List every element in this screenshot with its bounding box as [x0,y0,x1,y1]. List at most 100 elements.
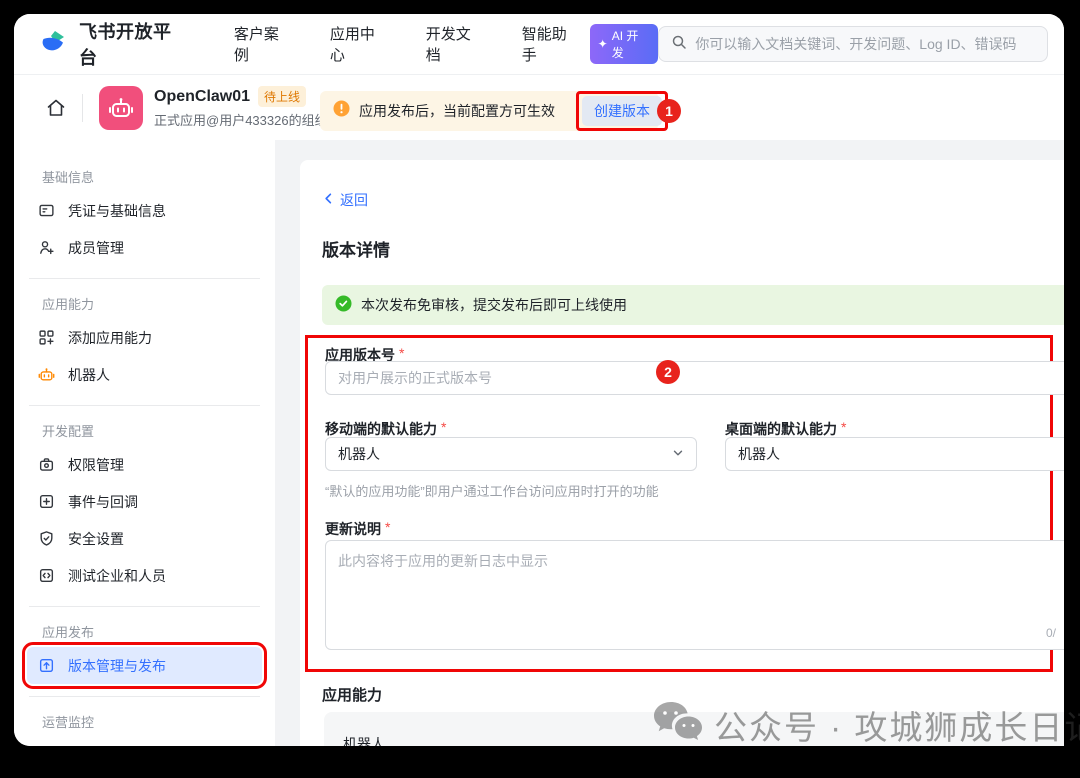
capability-row-bot[interactable]: 机器人 [324,712,1064,746]
success-banner: 本次发布免审核，提交发布后即可上线使用 [322,285,1064,325]
chevron-left-icon [322,192,335,208]
create-version-button[interactable]: 创建版本 [582,96,662,126]
changelog-label: 更新说明 * [325,519,390,539]
sidebar-item-bot[interactable]: 机器人 [27,356,262,393]
id-card-icon [38,202,55,219]
mobile-capability-value: 机器人 [338,446,380,462]
desktop-capability-select[interactable]: 机器人 [725,437,1064,471]
label-text: 移动端的默认能力 [325,421,437,437]
changelog-textarea[interactable] [325,540,1064,650]
sidebar-item-security[interactable]: 安全设置 [27,520,262,557]
robot-icon [38,366,55,383]
feishu-logo-icon [40,28,70,60]
status-badge: 待上线 [258,86,307,107]
sidebar-divider [29,405,260,406]
nav-item-ai-assistant[interactable]: 智能助手 ✦ AI 开发 [522,23,659,65]
default-capability-hint: “默认的应用功能”即用户通过工作台访问应用时打开的功能 [325,484,659,499]
member-add-icon [38,239,55,256]
sidebar-item-log-search[interactable]: 日志检索 [27,737,262,746]
add-capability-icon [38,329,55,346]
label-text: 更新说明 [325,521,381,537]
sidebar-item-test-org[interactable]: 测试企业和人员 [27,557,262,594]
mobile-capability-label: 移动端的默认能力 * [325,419,446,439]
sidebar-divider [29,278,260,279]
annotation-box-create-version: 创建版本 [576,91,668,131]
back-link[interactable]: 返回 [322,190,392,210]
search-icon [671,34,687,55]
version-number-input[interactable] [325,361,1064,395]
sidebar-divider [29,696,260,697]
sidebar-item-credentials[interactable]: 凭证与基础信息 [27,192,262,229]
warning-icon [333,100,350,122]
search-box[interactable] [658,26,1048,62]
app-window: 飞书开放平台 客户案例 应用中心 开发文档 智能助手 ✦ AI 开发 你可以输入… [14,14,1064,746]
shield-check-icon [38,530,55,547]
sidebar-item-version-release[interactable]: 版本管理与发布 [22,642,267,689]
back-link-label: 返回 [340,192,368,208]
release-arrow-icon [38,657,55,674]
capability-section-title: 应用能力 [322,687,383,704]
required-asterisk: * [841,419,847,435]
sidebar-item-label: 测试企业和人员 [68,567,166,584]
sidebar-item-label: 事件与回调 [68,493,138,510]
nav-menu: 客户案例 应用中心 开发文档 智能助手 ✦ AI 开发 [234,23,659,65]
annotation-box-form: 应用版本号 * 移动端的默认能力 * 桌面端的默认能力 * 机器人 [305,335,1064,672]
app-header: OpenClaw01 待上线 正式应用@用户433326的组织 应用发布后，当前… [14,74,1064,140]
permission-icon [38,456,55,473]
sidebar-divider [29,606,260,607]
header-divider [82,93,83,122]
sidebar-item-label: 版本管理与发布 [68,657,166,674]
app-name: OpenClaw01 [154,87,251,105]
sidebar-item-add-capability[interactable]: 添加应用能力 [27,319,262,356]
label-text: 桌面端的默认能力 [725,421,837,437]
home-icon[interactable] [40,92,72,124]
check-circle-icon [335,295,352,315]
content-area: 基础信息 凭证与基础信息 成员管理 应用能力 添加应用能力 机器人 开发配置 权… [14,140,1064,746]
nav-item-ai-label: 智能助手 [521,26,567,64]
capability-row-label: 机器人 [343,736,385,746]
annotation-badge-1: 1 [657,99,681,123]
sidebar-item-label: 凭证与基础信息 [68,202,166,219]
desktop-capability-value: 机器人 [738,446,780,462]
sidebar-item-members[interactable]: 成员管理 [27,229,262,266]
ai-badge-label: AI 开发 [611,29,639,60]
ai-dev-badge: ✦ AI 开发 [589,24,659,64]
version-detail-card: 返回 版本详情 本次发布免审核，提交发布后即可上线使用 应用版本号 * 对用户展… [300,160,1064,746]
char-counter: 0/ [1046,626,1057,640]
event-callback-icon [38,493,55,510]
sidebar-item-label: 权限管理 [68,456,124,473]
sidebar-item-label: 日志检索 [68,746,124,747]
nav-item-cases[interactable]: 客户案例 [234,23,294,65]
sidebar-item-events[interactable]: 事件与回调 [27,483,262,520]
app-subtitle: 正式应用@用户433326的组织 [154,113,328,128]
sidebar-item-label: 安全设置 [68,530,124,547]
nav-item-dev-docs[interactable]: 开发文档 [426,23,486,65]
sidebar: 基础信息 凭证与基础信息 成员管理 应用能力 添加应用能力 机器人 开发配置 权… [14,140,275,746]
sidebar-item-label: 成员管理 [68,239,124,256]
sidebar-section-basic-info: 基础信息 [42,170,95,185]
warning-text: 应用发布后，当前配置方可生效 [359,103,555,119]
sidebar-section-release: 应用发布 [42,625,95,640]
desktop-capability-label: 桌面端的默认能力 * [725,419,846,439]
sidebar-section-monitoring: 运营监控 [42,715,95,730]
success-banner-text: 本次发布免审核，提交发布后即可上线使用 [361,297,627,313]
sidebar-item-permissions[interactable]: 权限管理 [27,446,262,483]
sidebar-item-label: 添加应用能力 [68,329,152,346]
mobile-capability-select[interactable]: 机器人 [325,437,697,471]
sidebar-item-label: 机器人 [68,366,110,383]
app-meta: OpenClaw01 待上线 正式应用@用户433326的组织 [154,86,328,129]
brand-title: 飞书开放平台 [79,22,172,68]
brand-logo-group[interactable]: 飞书开放平台 [40,18,190,70]
required-asterisk: * [441,419,447,435]
sidebar-section-dev-config: 开发配置 [42,424,95,439]
sparkle-icon: ✦ [597,37,608,51]
sidebar-section-capabilities: 应用能力 [42,297,95,312]
main-area: 返回 版本详情 本次发布免审核，提交发布后即可上线使用 应用版本号 * 对用户展… [275,140,1064,746]
code-square-icon [38,567,55,584]
app-avatar [99,85,143,130]
top-navigation: 飞书开放平台 客户案例 应用中心 开发文档 智能助手 ✦ AI 开发 [14,14,1064,74]
search-input[interactable] [695,36,1035,52]
page-title: 版本详情 [322,241,390,260]
nav-item-app-center[interactable]: 应用中心 [330,23,390,65]
annotation-badge-2: 2 [656,360,680,384]
